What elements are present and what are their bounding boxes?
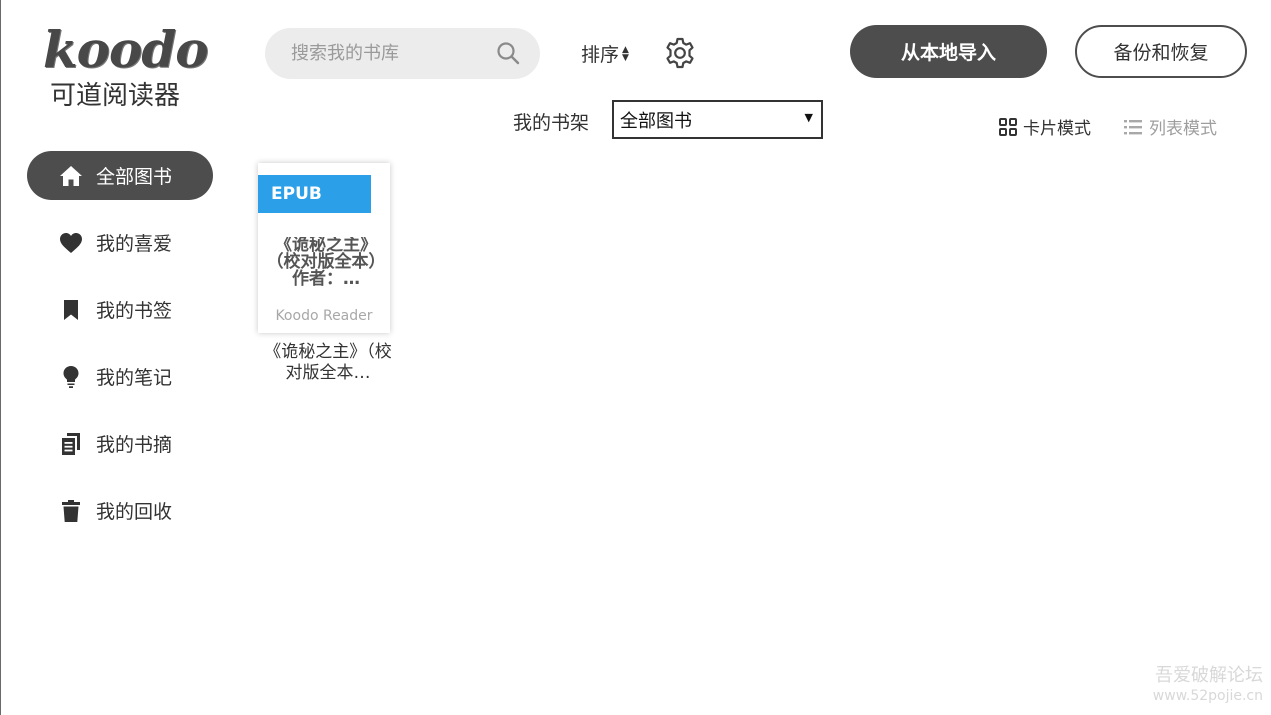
list-mode-label: 列表模式 [1149,119,1217,139]
format-badge: EPUB [258,175,371,213]
sort-button[interactable]: 排序 ▲ ▼ [581,40,629,67]
sidebar-item-label: 我的书摘 [96,434,173,456]
book-cover-title: 《诡秘之主》（校对版全本）作者：… [266,237,386,288]
copy-icon [59,432,83,456]
bookmark-icon [59,298,83,322]
list-icon [1123,118,1143,136]
sidebar: 全部图书 我的喜爱 我的书签 我的笔记 我的书摘 我的回收 [27,151,213,553]
chevron-down-icon: ▼ [804,111,813,124]
sidebar-item-label: 全部图书 [96,166,173,188]
card-mode-label: 卡片模式 [1023,119,1091,139]
app-window: koodo 可道阅读器 全部图书 我的喜爱 我的书签 我的笔记 我的书摘 我的回… [0,0,1271,715]
book-title[interactable]: 《诡秘之主》（校对版全本… [261,342,395,384]
watermark-line1: 吾爱破解论坛 [1155,665,1263,686]
watermark-line2: www.52pojie.cn [1152,688,1263,704]
sidebar-item-bookmarks[interactable]: 我的书签 [27,285,213,334]
book-card[interactable]: EPUB 《诡秘之主》（校对版全本）作者：… Koodo Reader [258,163,390,333]
sidebar-item-all-books[interactable]: 全部图书 [27,151,213,200]
sidebar-item-favorites[interactable]: 我的喜爱 [27,218,213,267]
sidebar-item-notes[interactable]: 我的笔记 [27,352,213,401]
lightbulb-icon [59,365,83,389]
trash-icon [59,499,83,523]
card-mode-button[interactable]: 卡片模式 [999,114,1091,139]
sort-label: 排序 [581,44,620,66]
sidebar-item-label: 我的书签 [96,300,173,322]
list-mode-button[interactable]: 列表模式 [1123,114,1217,139]
sidebar-item-label: 我的喜爱 [96,233,173,255]
heart-icon [59,231,83,255]
sidebar-item-label: 我的回收 [96,501,173,523]
shelf-select[interactable]: 全部图书 ▼ [612,100,823,139]
watermark: 吾爱破解论坛 www.52pojie.cn [1153,666,1263,706]
home-icon [59,164,83,188]
backup-restore-button[interactable]: 备份和恢复 [1075,25,1247,78]
grid-icon [999,117,1017,136]
book-cover-brand: Koodo Reader [275,308,373,324]
shelf-select-value: 全部图书 [620,110,692,132]
logo: koodo 可道阅读器 [41,20,209,114]
search-icon[interactable] [496,41,520,69]
logo-subtitle: 可道阅读器 [50,81,181,111]
search-input[interactable] [289,42,493,65]
sort-arrows-icon: ▲ ▼ [622,44,629,63]
shelf-label: 我的书架 [513,112,590,134]
sidebar-item-digests[interactable]: 我的书摘 [27,419,213,468]
search-box [265,28,540,79]
sidebar-item-label: 我的笔记 [96,367,173,389]
sidebar-item-trash[interactable]: 我的回收 [27,486,213,535]
import-local-button[interactable]: 从本地导入 [850,25,1047,78]
settings-gear-icon[interactable] [663,36,697,70]
logo-wordmark: koodo [43,20,209,79]
